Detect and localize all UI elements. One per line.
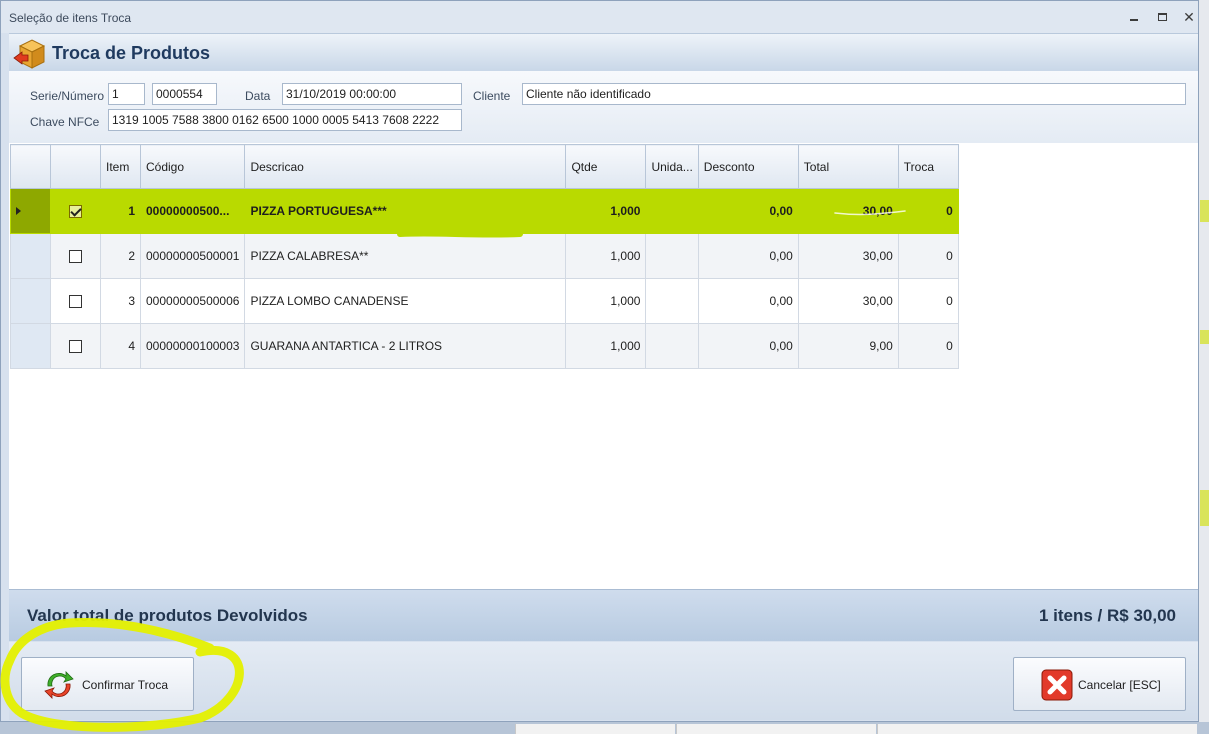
cliente-field[interactable]: Cliente não identificado <box>522 83 1186 105</box>
column-header-unidade[interactable]: Unida... <box>645 144 699 189</box>
table-row[interactable]: 3 00000000500006 PIZZA LOMBO CANADENSE 1… <box>10 278 959 324</box>
item-cell: 4 <box>100 323 141 369</box>
qtde-cell: 1,000 <box>565 278 647 324</box>
column-header-desconto[interactable]: Desconto <box>697 144 799 189</box>
items-grid: Item Código Descricao Qtde Unida... Desc… <box>10 144 959 369</box>
unidade-cell <box>645 188 699 234</box>
select-cell[interactable] <box>50 233 101 279</box>
select-cell[interactable] <box>50 323 101 369</box>
column-header-indicator <box>10 144 51 189</box>
chave-field[interactable]: 1319 1005 7588 3800 0162 6500 1000 0005 … <box>108 109 462 131</box>
desconto-cell: 0,00 <box>697 233 799 279</box>
codigo-cell: 00000000500006 <box>139 278 246 324</box>
row-indicator[interactable] <box>10 188 51 234</box>
total-cell: 9,00 <box>797 323 899 369</box>
total-cell: 30,00 <box>797 233 899 279</box>
column-header-item[interactable]: Item <box>100 144 141 189</box>
table-row[interactable]: 2 00000000500001 PIZZA CALABRESA** 1,000… <box>10 233 959 279</box>
troca-cell[interactable]: 0 <box>897 323 959 369</box>
background-window-bottom <box>0 722 1209 734</box>
cancel-button[interactable]: Cancelar [ESC] <box>1013 657 1186 711</box>
column-header-codigo[interactable]: Código <box>139 144 246 189</box>
unidade-cell <box>645 278 699 324</box>
select-cell[interactable] <box>50 278 101 324</box>
column-header-troca[interactable]: Troca <box>897 144 959 189</box>
total-cell: 30,00 <box>797 278 899 324</box>
summary-label: Valor total de produtos Devolvidos <box>27 606 308 625</box>
title-bar: Seleção de itens Troca ✕ <box>1 1 1198 33</box>
codigo-cell: 00000000100003 <box>139 323 246 369</box>
table-row[interactable]: 1 00000000500... PIZZA PORTUGUESA*** 1,0… <box>10 188 959 234</box>
cliente-label: Cliente <box>473 89 511 103</box>
desconto-cell: 0,00 <box>697 323 799 369</box>
column-header-descricao[interactable]: Descricao <box>244 144 567 189</box>
window-title: Seleção de itens Troca <box>9 11 132 25</box>
footer-bar: Confirmar Troca Cancelar [ESC] <box>9 642 1198 720</box>
chave-label: Chave NFCe <box>30 115 100 129</box>
summary-value: 1 itens / R$ 30,00 <box>1038 606 1176 625</box>
maximize-icon <box>1157 13 1167 21</box>
table-row[interactable]: 4 00000000100003 GUARANA ANTARTICA - 2 L… <box>10 323 959 369</box>
column-header-qtde[interactable]: Qtde <box>565 144 647 189</box>
background-window-edge <box>1198 0 1209 734</box>
summary-bar: Valor total de produtos Devolvidos 1 ite… <box>9 589 1198 641</box>
maximize-button[interactable] <box>1154 9 1170 25</box>
row-checkbox[interactable] <box>69 205 82 219</box>
minimize-button[interactable] <box>1126 9 1142 25</box>
page-title: Troca de Produtos <box>52 43 211 63</box>
cancel-x-icon <box>1041 669 1073 701</box>
item-cell: 3 <box>100 278 141 324</box>
box-exchange-icon <box>13 39 46 69</box>
close-icon: ✕ <box>1183 9 1195 25</box>
current-row-arrow-icon <box>16 207 21 215</box>
descricao-cell: PIZZA LOMBO CANADENSE <box>244 278 567 324</box>
sale-info-form: Serie/Número 1 0000554 Data 31/10/2019 0… <box>9 71 1198 143</box>
row-indicator[interactable] <box>10 278 51 324</box>
unidade-cell <box>645 323 699 369</box>
row-checkbox[interactable] <box>69 250 82 264</box>
items-grid-area: Item Código Descricao Qtde Unida... Desc… <box>9 143 1198 589</box>
column-header-select[interactable] <box>50 144 101 189</box>
dialog-window: Seleção de itens Troca ✕ Troca de Produt… <box>0 0 1199 722</box>
descricao-cell: PIZZA CALABRESA** <box>244 233 567 279</box>
desconto-cell: 0,00 <box>697 278 799 324</box>
serie-label: Serie/Número <box>30 89 105 103</box>
item-cell: 2 <box>100 233 141 279</box>
codigo-cell: 00000000500... <box>139 188 246 234</box>
qtde-cell: 1,000 <box>565 188 647 234</box>
desconto-cell: 0,00 <box>697 188 799 234</box>
data-field[interactable]: 31/10/2019 00:00:00 <box>282 83 462 105</box>
troca-cell[interactable]: 0 <box>897 278 959 324</box>
header-band: Troca de Produtos <box>9 33 1198 71</box>
qtde-cell: 1,000 <box>565 233 647 279</box>
column-header-total[interactable]: Total <box>797 144 899 189</box>
descricao-cell: PIZZA PORTUGUESA*** <box>244 188 567 234</box>
numero-field[interactable]: 0000554 <box>152 83 217 105</box>
confirm-exchange-label: Confirmar Troca <box>82 678 169 692</box>
exchange-arrows-icon <box>44 671 74 699</box>
unidade-cell <box>645 233 699 279</box>
item-cell: 1 <box>100 188 141 234</box>
grid-header-row: Item Código Descricao Qtde Unida... Desc… <box>10 144 959 189</box>
troca-cell[interactable]: 0 <box>897 233 959 279</box>
qtde-cell: 1,000 <box>565 323 647 369</box>
data-label: Data <box>245 89 271 103</box>
codigo-cell: 00000000500001 <box>139 233 246 279</box>
select-cell[interactable] <box>50 188 101 234</box>
row-indicator[interactable] <box>10 323 51 369</box>
total-cell: 30,00 <box>797 188 899 234</box>
minimize-icon <box>1130 19 1138 21</box>
row-checkbox[interactable] <box>69 295 82 309</box>
troca-cell[interactable]: 0 <box>897 188 959 234</box>
row-checkbox[interactable] <box>69 340 82 354</box>
descricao-cell: GUARANA ANTARTICA - 2 LITROS <box>244 323 567 369</box>
row-indicator[interactable] <box>10 233 51 279</box>
serie-field[interactable]: 1 <box>108 83 145 105</box>
cancel-label: Cancelar [ESC] <box>1078 678 1161 692</box>
close-button[interactable]: ✕ <box>1181 9 1197 25</box>
confirm-exchange-button[interactable]: Confirmar Troca <box>21 657 194 711</box>
